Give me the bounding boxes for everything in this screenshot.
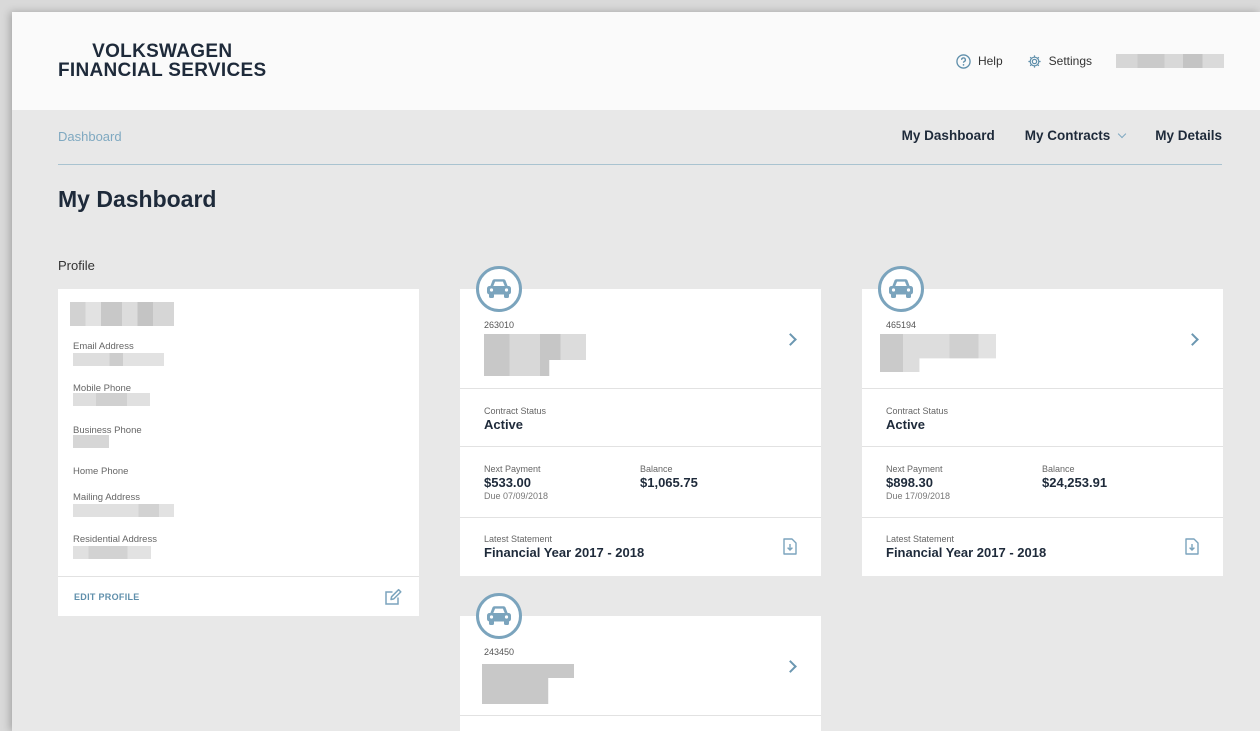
balance-label: Balance (1042, 464, 1075, 474)
residential-address-label: Residential Address (73, 534, 157, 545)
car-avatar (476, 593, 522, 639)
app-window: VOLKSWAGEN FINANCIAL SERVICES Help Setti… (12, 12, 1260, 731)
profile-section-label: Profile (58, 258, 95, 273)
divider (862, 517, 1223, 518)
user-name-redacted[interactable] (1116, 54, 1224, 68)
settings-link[interactable]: Settings (1027, 54, 1092, 69)
profile-card: Email Address Mobile Phone Business Phon… (58, 289, 419, 616)
help-link[interactable]: Help (956, 53, 1003, 69)
divider (460, 517, 821, 518)
breadcrumb[interactable]: Dashboard (58, 129, 122, 144)
next-payment-value: $533.00 (484, 475, 531, 490)
nav-menu: My Dashboard My Contracts My Details (872, 128, 1222, 143)
main-nav: Dashboard My Dashboard My Contracts My D… (58, 110, 1222, 165)
logo-line-2: FINANCIAL SERVICES (58, 60, 267, 81)
mobile-phone-redacted (73, 393, 150, 406)
contract-card: 263010 Contract Status Active Next Payme… (460, 266, 821, 576)
header-toolbar: Help Settings (932, 52, 1224, 70)
contract-number: 465194 (886, 320, 917, 330)
business-phone-redacted (73, 435, 109, 448)
contract-number: 243450 (484, 647, 515, 657)
contract-card: 243450 (460, 593, 821, 731)
latest-statement-label: Latest Statement (484, 534, 553, 544)
contract-status-value: Active (484, 417, 524, 432)
car-icon (889, 279, 913, 298)
divider (862, 388, 1223, 389)
car-avatar (476, 266, 522, 312)
gear-icon (1028, 54, 1041, 68)
nav-item-my-dashboard[interactable]: My Dashboard (902, 128, 995, 143)
balance-value: $24,253.91 (1042, 475, 1108, 490)
vehicle-name-redacted (482, 664, 574, 704)
nav-item-label: My Contracts (1024, 128, 1111, 143)
residential-address-redacted (73, 546, 151, 559)
nav-item-my-contracts[interactable]: My Contracts (1024, 128, 1127, 143)
car-avatar (878, 266, 924, 312)
edit-profile-button[interactable]: EDIT PROFILE (74, 592, 140, 602)
help-label: Help (977, 54, 1003, 68)
divider (460, 715, 821, 716)
settings-label: Settings (1048, 54, 1092, 68)
next-payment-value: $898.30 (886, 475, 933, 490)
contract-status-label: Contract Status (484, 406, 547, 416)
contract-number: 263010 (484, 320, 515, 330)
latest-statement-value: Financial Year 2017 - 2018 (886, 545, 1047, 560)
divider (862, 446, 1223, 447)
contract-card: 465194 Contract Status Active Next Payme… (862, 266, 1223, 576)
chevron-right-icon[interactable] (784, 660, 797, 673)
nav-item-my-details[interactable]: My Details (1155, 128, 1222, 143)
nav-item-label: My Dashboard (901, 128, 995, 143)
download-icon[interactable] (1185, 538, 1199, 555)
chevron-right-icon[interactable] (784, 333, 797, 346)
download-icon[interactable] (783, 538, 797, 555)
balance-label: Balance (640, 464, 673, 474)
help-icon (956, 53, 971, 69)
chevron-down-icon (1117, 129, 1127, 138)
home-phone-label: Home Phone (73, 466, 129, 477)
email-value-redacted (73, 353, 164, 366)
balance-value: $1,065.75 (640, 475, 698, 490)
divider (460, 446, 821, 447)
due-date: Due 17/09/2018 (886, 491, 951, 501)
car-icon (487, 279, 511, 298)
next-payment-label: Next Payment (484, 464, 541, 474)
car-icon (487, 606, 511, 625)
profile-footer: EDIT PROFILE (58, 576, 419, 616)
top-header: VOLKSWAGEN FINANCIAL SERVICES Help Setti… (12, 12, 1260, 110)
next-payment-label: Next Payment (886, 464, 943, 474)
contract-status-value: Active (886, 417, 926, 432)
chevron-right-icon[interactable] (1186, 333, 1199, 346)
latest-statement-value: Financial Year 2017 - 2018 (484, 545, 645, 560)
vehicle-name-redacted (880, 334, 996, 372)
email-label: Email Address (73, 341, 134, 352)
page-title: My Dashboard (58, 186, 217, 212)
vehicle-name-redacted (484, 334, 586, 376)
nav-item-label: My Details (1155, 128, 1222, 143)
logo-line-1: VOLKSWAGEN (92, 41, 233, 62)
edit-icon[interactable] (383, 587, 403, 607)
divider (460, 388, 821, 389)
profile-name-redacted (70, 302, 174, 326)
due-date: Due 07/09/2018 (484, 491, 549, 501)
latest-statement-label: Latest Statement (886, 534, 955, 544)
brand-logo[interactable]: VOLKSWAGEN FINANCIAL SERVICES (58, 42, 266, 80)
contract-status-label: Contract Status (886, 406, 949, 416)
mailing-address-label: Mailing Address (73, 492, 141, 503)
mailing-address-redacted (73, 504, 174, 517)
